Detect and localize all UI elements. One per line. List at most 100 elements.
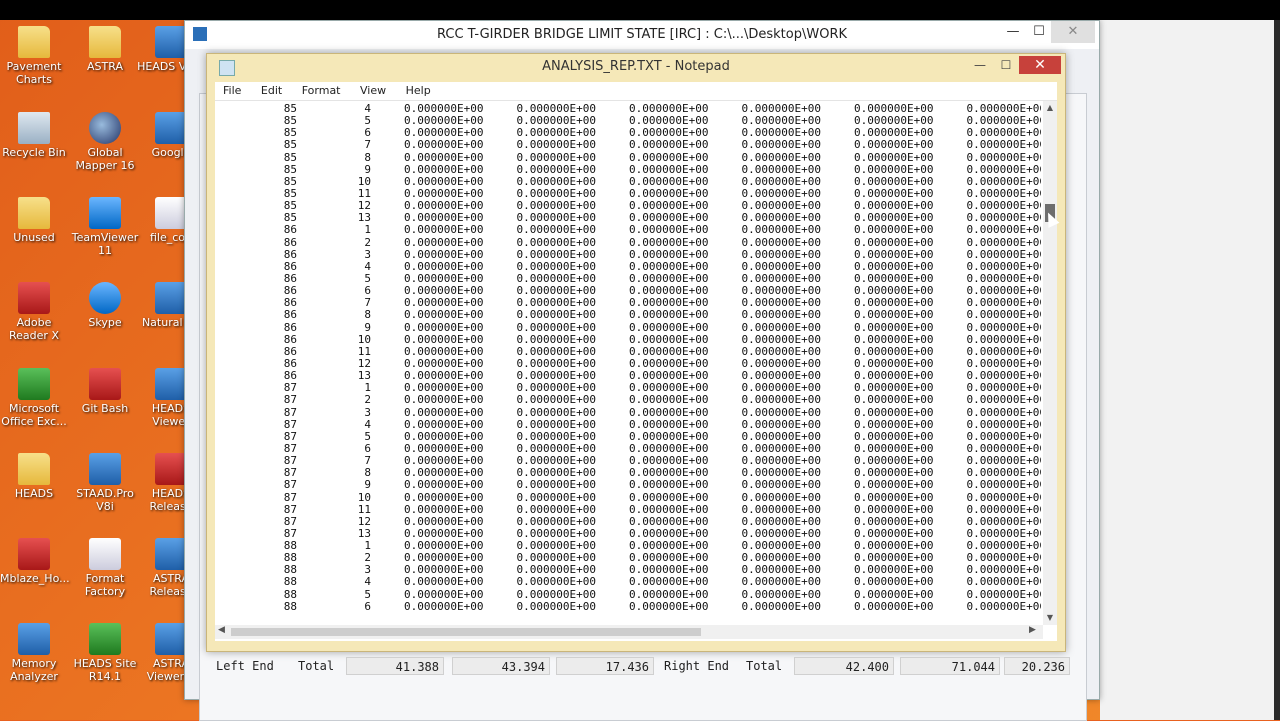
result-value: 0.000000E+0C [966,502,1041,516]
notepad-title: ANALYSIS_REP.TXT - Notepad [542,59,730,74]
node-number: 86 [283,332,297,346]
result-value: 0.000000E+00 [516,138,596,152]
menu-help[interactable]: Help [398,82,439,99]
app-icon [155,112,187,144]
left-total-value: 17.436 [556,657,654,675]
result-value: 0.000000E+00 [741,150,821,164]
desktop-icon-global-mapper[interactable]: Global Mapper 16 [71,112,139,172]
node-number: 87 [283,490,297,504]
horizontal-scroll-thumb[interactable] [231,628,701,636]
vertical-scrollbar[interactable]: ▲ ▼ [1043,101,1057,625]
result-value: 0.000000E+00 [516,320,596,334]
scroll-left-icon[interactable]: ◀ [218,625,225,635]
result-value: 0.000000E+00 [516,599,596,613]
folder-icon [89,26,121,58]
result-value: 0.000000E+00 [516,332,596,346]
desktop-icon-staad[interactable]: STAAD.Pro V8i [71,453,139,513]
report-line: 87 2 0.000000E+00 0.000000E+00 0.000000E+00 0… [219,394,1041,406]
menu-file[interactable]: File [215,82,249,99]
desktop-icon-memory-analyzer[interactable]: Memory Analyzer [0,623,68,683]
minimize-button[interactable]: — [999,21,1027,43]
horizontal-scrollbar[interactable]: ◀ ▶ [215,625,1043,639]
report-line: 87 11 0.000000E+00 0.000000E+00 0.000000E+00… [219,502,1041,516]
right-total-label: Total [746,659,783,673]
desktop-icon-teamviewer[interactable]: TeamViewer 11 [71,197,139,257]
scroll-down-icon[interactable]: ▼ [1043,613,1057,622]
result-value: 0.000000E+0C [966,405,1041,419]
scroll-up-icon[interactable]: ▲ [1043,103,1057,112]
desktop-icon-skype[interactable]: Skype [71,282,139,329]
result-value: 0.000000E+00 [629,502,709,516]
result-value: 0.000000E+00 [854,405,934,419]
result-value: 0.000000E+00 [741,417,821,431]
maximize-button[interactable]: ☐ [1025,21,1053,43]
result-value: 0.000000E+00 [741,575,821,589]
report-line: 87 4 0.000000E+00 0.000000E+00 0.000000E+00 0… [219,417,1041,431]
load-case-number: 9 [364,320,371,334]
notepad-window: ANALYSIS_REP.TXT - Notepad — ☐ ✕ File Ed… [206,53,1066,652]
result-value: 0.000000E+00 [516,223,596,237]
close-button[interactable]: ✕ [1019,56,1061,74]
desktop-icon-heads-site[interactable]: HEADS Site R14.1 [71,623,139,683]
report-line: 86 10 0.000000E+00 0.000000E+00 0.000000E+00… [219,332,1041,346]
result-value: 0.000000E+00 [404,405,484,419]
result-value: 0.000000E+00 [854,417,934,431]
result-value: 0.000000E+0C [966,478,1041,492]
load-case-number: 13 [357,369,371,383]
desktop-icon-unused[interactable]: Unused [0,197,68,244]
desktop-icon-label: Adobe Reader X [9,316,59,342]
desktop-icon-git-bash[interactable]: Git Bash [71,368,139,415]
left-total-value: 43.394 [452,657,550,675]
report-text[interactable]: 85 4 0.000000E+00 0.000000E+00 0.000000E+00 0… [219,103,1041,623]
result-value: 0.000000E+00 [854,393,934,407]
result-value: 0.000000E+0C [966,393,1041,407]
teamviewer-icon [89,197,121,229]
node-number: 88 [283,599,297,613]
minimize-button[interactable]: — [967,56,993,74]
bridge-app-titlebar[interactable]: RCC T-GIRDER BRIDGE LIMIT STATE [IRC] : … [185,21,1099,49]
desktop-icon-label: Memory Analyzer [10,657,58,683]
notepad-text-area[interactable]: 85 4 0.000000E+00 0.000000E+00 0.000000E+00 0… [215,100,1057,641]
app-icon [155,26,187,58]
top-black-bar [0,0,1280,20]
close-button[interactable]: ✕ [1051,21,1095,43]
pdf-icon [18,282,50,314]
load-case-number: 7 [364,138,371,152]
desktop-icon-mblaze[interactable]: Mblaze_Ho... [0,538,70,585]
result-value: 0.000000E+0C [966,575,1041,589]
desktop-icon-astra[interactable]: ASTRA [71,26,139,73]
desktop-icon-pavement-charts[interactable]: Pavement Charts [0,26,68,86]
load-case-number: 1 [364,223,371,237]
result-value: 0.000000E+00 [629,599,709,613]
result-value: 0.000000E+00 [516,478,596,492]
notepad-titlebar[interactable]: ANALYSIS_REP.TXT - Notepad — ☐ ✕ [207,54,1065,80]
result-value: 0.000000E+00 [629,332,709,346]
maximize-button[interactable]: ☐ [993,56,1019,74]
result-value: 0.000000E+00 [854,332,934,346]
result-value: 0.000000E+00 [404,308,484,322]
scroll-right-icon[interactable]: ▶ [1029,625,1036,635]
menu-format[interactable]: Format [294,82,349,99]
left-end-label: Left End [216,659,274,673]
result-value: 0.000000E+00 [404,599,484,613]
folder-icon [18,453,50,485]
menu-view[interactable]: View [352,82,394,99]
result-value: 0.000000E+00 [629,417,709,431]
app-icon [155,453,187,485]
result-value: 0.000000E+00 [741,320,821,334]
desktop-icon-heads[interactable]: HEADS [0,453,68,500]
desktop-icon-format-factory[interactable]: Format Factory [71,538,139,598]
result-value: 0.000000E+00 [854,575,934,589]
desktop-icon-recycle-bin[interactable]: Recycle Bin [0,112,68,159]
desktop-icon-excel[interactable]: Microsoft Office Exc... [0,368,68,428]
node-number: 87 [283,478,297,492]
menu-edit[interactable]: Edit [253,82,290,99]
left-total-label: Total [298,659,335,673]
node-number: 88 [283,587,297,601]
result-value: 0.000000E+0C [966,490,1041,504]
result-value: 0.000000E+00 [629,320,709,334]
result-value: 0.000000E+00 [741,599,821,613]
desktop-icon-adobe-reader[interactable]: Adobe Reader X [0,282,68,342]
load-case-number: 10 [357,490,371,504]
load-case-number: 1 [364,539,371,553]
